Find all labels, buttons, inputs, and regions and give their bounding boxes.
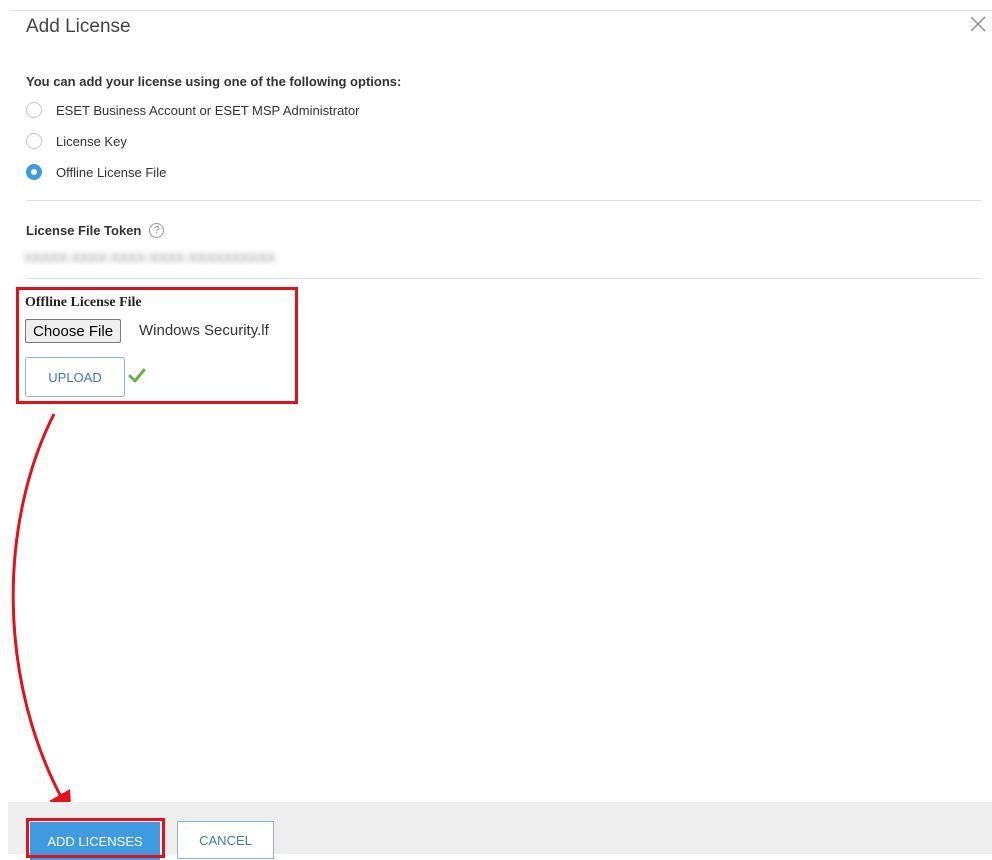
option-label: ESET Business Account or ESET MSP Admini… <box>56 102 360 118</box>
radio-button[interactable] <box>26 133 42 149</box>
section-divider <box>26 200 982 201</box>
token-label-text: License File Token <box>26 223 142 238</box>
upload-button[interactable]: UPLOAD <box>25 357 125 397</box>
annotation-highlight-box <box>26 818 165 858</box>
license-file-token-value: XXXXX-XXXX-XXXX-XXXX-XXXXXXXXXX <box>24 250 276 265</box>
license-file-token-label: License File Token ? <box>26 223 165 238</box>
offline-license-file-label: Offline License File <box>25 295 142 310</box>
help-icon[interactable]: ? <box>149 223 165 238</box>
cancel-button[interactable]: CANCEL <box>177 821 274 859</box>
annotation-arrow <box>11 413 72 816</box>
option-label: Offline License File <box>56 164 167 180</box>
section-divider <box>26 278 982 279</box>
dialog-top-border <box>10 10 992 11</box>
choose-file-button[interactable]: Choose File <box>25 319 122 343</box>
option-offline-license-file[interactable]: Offline License File <box>26 162 166 182</box>
check-icon <box>128 368 146 389</box>
radio-button-selected[interactable] <box>26 164 42 180</box>
dialog-title: Add License <box>26 16 131 37</box>
options-intro: You can add your license using one of th… <box>26 74 402 89</box>
close-icon[interactable] <box>968 14 990 36</box>
radio-button[interactable] <box>26 102 42 118</box>
option-eset-business-account[interactable]: ESET Business Account or ESET MSP Admini… <box>26 100 359 120</box>
selected-file-name: Windows Security.lf <box>139 322 269 339</box>
option-label: License Key <box>56 133 127 149</box>
option-license-key[interactable]: License Key <box>26 131 127 151</box>
